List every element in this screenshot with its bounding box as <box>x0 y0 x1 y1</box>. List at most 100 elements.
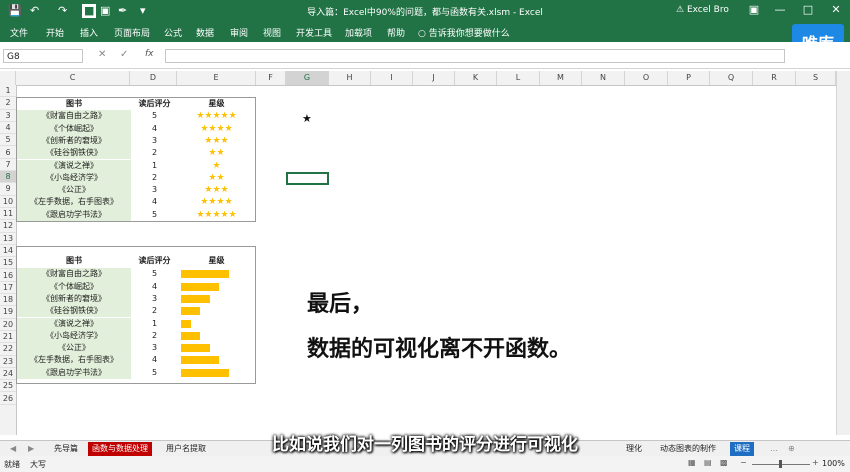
table-header[interactable]: 星级 <box>178 98 255 110</box>
score-cell[interactable]: 4 <box>131 354 178 366</box>
table-header[interactable]: 读后评分 <box>131 255 178 267</box>
score-cell[interactable]: 1 <box>131 318 178 330</box>
stars-cell[interactable]: ★★ <box>178 147 255 159</box>
score-cell[interactable]: 5 <box>131 367 178 379</box>
row-header-cell[interactable]: 8 <box>0 171 16 184</box>
table-header[interactable]: 图书 <box>17 255 131 267</box>
score-cell[interactable]: 4 <box>131 196 178 208</box>
row-header-cell[interactable]: 16 <box>0 270 16 282</box>
score-cell[interactable]: 4 <box>131 123 178 135</box>
tab-file[interactable]: 文件 <box>10 26 28 39</box>
col-header[interactable]: N <box>582 71 625 85</box>
tab-formulas[interactable]: 公式 <box>164 26 182 39</box>
row-header-cell[interactable]: 9 <box>0 183 16 196</box>
row-header-cell[interactable]: 26 <box>0 393 16 405</box>
stars-cell[interactable]: ★★★ <box>178 184 255 196</box>
book-cell[interactable]: 《跟启功学书法》 <box>17 208 131 221</box>
row-header-cell[interactable]: 1 <box>0 85 16 98</box>
page-break-view-icon[interactable]: ▩ <box>720 458 728 467</box>
row-header-cell[interactable]: 7 <box>0 159 16 172</box>
row-header-cell[interactable]: 6 <box>0 147 16 159</box>
zoom-in-icon[interactable]: + <box>812 458 819 467</box>
col-header[interactable]: D <box>130 71 177 85</box>
zoom-out-icon[interactable]: − <box>740 458 747 467</box>
tell-me-box[interactable]: ○ 告诉我你想要做什么 <box>418 26 510 39</box>
book-cell[interactable]: 《左手数据，右手图表》 <box>17 196 131 209</box>
score-cell[interactable]: 3 <box>131 293 178 305</box>
table-header[interactable]: 图书 <box>17 98 131 110</box>
stars-cell[interactable]: ★★★★★ <box>178 209 255 221</box>
row-header-cell[interactable]: 25 <box>0 380 16 393</box>
book-cell[interactable]: 《小岛经济学》 <box>17 171 131 185</box>
row-header-cell[interactable]: 20 <box>0 319 16 331</box>
stars-cell[interactable]: ★ <box>178 160 255 172</box>
book-cell[interactable]: 《公正》 <box>17 342 131 355</box>
row-header-cell[interactable]: 14 <box>0 245 16 258</box>
stars-cell[interactable]: ★★★ <box>178 135 255 147</box>
tab-help[interactable]: 帮助 <box>387 26 405 39</box>
tab-page-layout[interactable]: 页面布局 <box>114 26 150 39</box>
row-header-cell[interactable]: 12 <box>0 220 16 233</box>
close-icon[interactable]: ✕ <box>824 3 848 16</box>
score-cell[interactable]: 3 <box>131 342 178 354</box>
col-header[interactable]: Q <box>710 71 753 85</box>
score-cell[interactable]: 2 <box>131 147 178 159</box>
tab-review[interactable]: 审阅 <box>230 26 248 39</box>
row-header-cell[interactable]: 17 <box>0 282 16 295</box>
stars-cell[interactable]: ★★ <box>178 172 255 184</box>
zoom-slider-thumb[interactable] <box>779 460 782 468</box>
col-header[interactable]: H <box>329 71 371 85</box>
stars-cell[interactable]: ★★★★★ <box>178 110 255 122</box>
name-box[interactable]: G8 <box>3 49 83 63</box>
book-cell[interactable]: 《财富自由之路》 <box>17 110 131 123</box>
formula-input[interactable] <box>165 49 785 63</box>
tab-data[interactable]: 数据 <box>196 26 214 39</box>
stars-cell[interactable]: ★★★★ <box>178 123 255 135</box>
tab-home[interactable]: 开始 <box>46 26 64 39</box>
maximize-icon[interactable]: □ <box>796 3 820 16</box>
score-cell[interactable]: 3 <box>131 135 178 147</box>
col-header[interactable]: C <box>16 71 130 85</box>
page-layout-view-icon[interactable]: ▤ <box>704 458 712 467</box>
col-header[interactable]: P <box>668 71 710 85</box>
enter-icon[interactable]: ✓ <box>120 49 128 60</box>
col-header[interactable]: O <box>625 71 668 85</box>
col-header[interactable]: L <box>497 71 540 85</box>
tab-developer[interactable]: 开发工具 <box>296 26 332 39</box>
score-cell[interactable]: 2 <box>131 305 178 317</box>
book-cell[interactable]: 《创新者的窘境》 <box>17 292 131 306</box>
account-name[interactable]: ⚠ Excel Bro <box>676 5 729 15</box>
row-header-cell[interactable]: 19 <box>0 306 16 319</box>
zoom-level[interactable]: 100% <box>822 459 845 468</box>
row-header-cell[interactable]: 3 <box>0 110 16 122</box>
book-cell[interactable]: 《跟启功学书法》 <box>17 366 131 379</box>
score-cell[interactable]: 3 <box>131 184 178 196</box>
book-cell[interactable]: 《硅谷钢铁侠》 <box>17 305 131 318</box>
col-header[interactable]: E <box>177 71 256 85</box>
book-cell[interactable]: 《个体崛起》 <box>17 280 131 293</box>
score-cell[interactable]: 2 <box>131 172 178 184</box>
row-header-cell[interactable]: 15 <box>0 257 16 270</box>
book-cell[interactable]: 《财富自由之路》 <box>17 268 131 281</box>
tab-insert[interactable]: 插入 <box>80 26 98 39</box>
book-cell[interactable]: 《公正》 <box>17 184 131 197</box>
book-cell[interactable]: 《小岛经济学》 <box>17 329 131 343</box>
col-header[interactable]: I <box>371 71 413 85</box>
col-header[interactable]: G <box>286 71 329 85</box>
cancel-icon[interactable]: ✕ <box>98 49 106 60</box>
row-header-cell[interactable]: 10 <box>0 196 16 208</box>
book-cell[interactable]: 《演说之禅》 <box>17 317 131 330</box>
row-header-cell[interactable]: 23 <box>0 356 16 368</box>
vertical-scrollbar[interactable] <box>836 71 850 435</box>
insert-function-icon[interactable]: fx <box>145 49 154 59</box>
col-header[interactable]: R <box>753 71 796 85</box>
book-cell[interactable]: 《个体崛起》 <box>17 122 131 135</box>
score-cell[interactable]: 5 <box>131 110 178 122</box>
minimize-icon[interactable]: — <box>768 3 792 16</box>
col-header[interactable]: F <box>256 71 286 85</box>
col-header[interactable]: J <box>413 71 455 85</box>
row-header-cell[interactable]: 22 <box>0 343 16 356</box>
select-all-corner[interactable] <box>0 71 16 85</box>
row-header-cell[interactable]: 21 <box>0 331 16 344</box>
selected-cell[interactable] <box>286 172 329 185</box>
